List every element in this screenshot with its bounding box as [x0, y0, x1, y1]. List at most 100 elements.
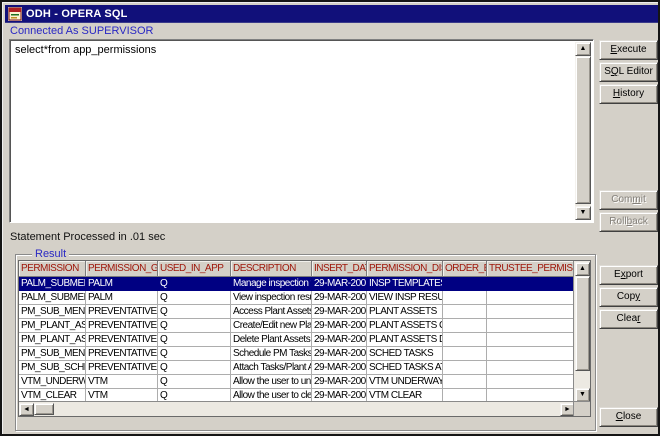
grid-horizontal-scrollbar[interactable]: ◄ ► [19, 401, 575, 416]
table-cell[interactable]: PM_SUB_MENU_PLA [19, 305, 86, 319]
table-cell[interactable] [487, 305, 575, 319]
table-cell[interactable]: PREVENTATIVE MAIN [86, 319, 158, 333]
table-cell[interactable]: PLANT ASSETS [367, 305, 443, 319]
grid-body[interactable]: PALM_SUBMENU_INSPALMQManage inspection t… [19, 277, 590, 403]
table-cell[interactable]: PREVENTATIVE MAIN [86, 305, 158, 319]
table-cell[interactable] [487, 347, 575, 361]
table-cell[interactable]: Q [158, 319, 231, 333]
column-header: TRUSTEE_PERMISSION [487, 261, 575, 277]
table-cell[interactable] [487, 375, 575, 389]
table-cell[interactable]: Q [158, 333, 231, 347]
table-cell[interactable] [443, 333, 487, 347]
scroll-down-icon[interactable]: ▼ [575, 388, 590, 402]
sql-vertical-scrollbar[interactable]: ▲ ▼ [575, 42, 591, 220]
table-cell[interactable]: VIEW INSP RESULTS [367, 291, 443, 305]
scroll-down-icon[interactable]: ▼ [575, 206, 591, 220]
table-cell[interactable]: 29-MAR-2002 [312, 361, 367, 375]
table-row[interactable]: PM_SUB_SCHED_TAPREVENTATIVE MAINQAttach … [19, 361, 590, 375]
table-cell[interactable]: PLANT ASSETS DEL [367, 333, 443, 347]
clear-button[interactable]: Clear [599, 309, 658, 329]
table-cell[interactable]: Manage inspection te [231, 277, 312, 291]
table-row[interactable]: PM_PLANT_ASSETSPREVENTATIVE MAINQCreate/… [19, 319, 590, 333]
app-icon [8, 7, 22, 21]
table-cell[interactable]: View inspection resu [231, 291, 312, 305]
export-button[interactable]: Export [599, 265, 658, 285]
table-cell[interactable]: Q [158, 291, 231, 305]
window-title: ODH - OPERA SQL [26, 8, 128, 20]
table-cell[interactable]: Q [158, 347, 231, 361]
rollback-button[interactable]: Rollback [599, 212, 658, 232]
table-cell[interactable]: PLANT ASSETS CRE [367, 319, 443, 333]
table-cell[interactable]: Q [158, 277, 231, 291]
table-cell[interactable]: 29-MAR-2002 [312, 319, 367, 333]
table-cell[interactable]: PM_SUB_MENU_SCH [19, 347, 86, 361]
table-cell[interactable] [487, 291, 575, 305]
scroll-up-icon[interactable]: ▲ [575, 42, 591, 56]
table-cell[interactable]: PM_SUB_SCHED_TA [19, 361, 86, 375]
scroll-up-icon[interactable]: ▲ [575, 262, 590, 276]
table-cell[interactable]: SCHED TASKS [367, 347, 443, 361]
scroll-left-icon[interactable]: ◄ [19, 403, 34, 416]
scrollbar-thumb[interactable] [575, 276, 590, 371]
execute-sql-button[interactable]: Execute SQL [599, 40, 658, 60]
table-cell[interactable]: Allow the user to un [231, 375, 312, 389]
table-row[interactable]: PM_SUB_MENU_PLAPREVENTATIVE MAINQAccess … [19, 305, 590, 319]
table-cell[interactable]: PM_PLANT_ASSETS [19, 333, 86, 347]
close-button[interactable]: Close [599, 407, 658, 427]
table-cell[interactable]: VTM [86, 375, 158, 389]
table-cell[interactable]: PALM_SUBMENU_INS [19, 277, 86, 291]
results-grid[interactable]: PERMISSIONPERMISSION_GROUPUSED_IN_APPDES… [18, 260, 591, 417]
table-cell[interactable]: Access Plant Assets [231, 305, 312, 319]
table-cell[interactable] [443, 319, 487, 333]
table-cell[interactable]: Attach Tasks/Plant A [231, 361, 312, 375]
table-cell[interactable]: Q [158, 305, 231, 319]
table-cell[interactable]: 29-MAR-2002 [312, 305, 367, 319]
table-row[interactable]: PALM_SUBMENU_INSPALMQManage inspection t… [19, 277, 590, 291]
table-cell[interactable]: INSP TEMPLATES [367, 277, 443, 291]
table-cell[interactable] [487, 319, 575, 333]
table-cell[interactable] [487, 333, 575, 347]
history-button[interactable]: History [599, 84, 658, 104]
table-cell[interactable]: 29-MAR-2002 [312, 291, 367, 305]
title-bar[interactable]: ODH - OPERA SQL [5, 5, 659, 23]
table-cell[interactable]: Schedule PM Tasks [231, 347, 312, 361]
sql-editor-button[interactable]: SQL Editor [599, 62, 658, 82]
table-cell[interactable]: PM_PLANT_ASSETS [19, 319, 86, 333]
commit-button[interactable]: Commit [599, 190, 658, 210]
table-cell[interactable]: PALM [86, 291, 158, 305]
table-cell[interactable]: Delete Plant Assets [231, 333, 312, 347]
table-cell[interactable]: PALM_SUBMENU_VIE [19, 291, 86, 305]
table-cell[interactable]: VTM UNDERWAY [367, 375, 443, 389]
sql-query-text[interactable]: select*from app_permissions [15, 44, 573, 56]
table-cell[interactable]: PALM [86, 277, 158, 291]
table-cell[interactable] [443, 361, 487, 375]
table-row[interactable]: VTM_UNDERWAYVTMQAllow the user to un29-M… [19, 375, 590, 389]
table-cell[interactable]: 29-MAR-2002 [312, 333, 367, 347]
table-cell[interactable] [487, 361, 575, 375]
sql-query-textarea[interactable]: select*from app_permissions ▲ ▼ [9, 39, 594, 223]
table-cell[interactable] [443, 277, 487, 291]
table-cell[interactable]: 29-MAR-2002 [312, 277, 367, 291]
grid-vertical-scrollbar[interactable]: ▲ ▼ [573, 261, 590, 403]
table-cell[interactable]: Q [158, 361, 231, 375]
table-cell[interactable] [443, 347, 487, 361]
table-cell[interactable] [487, 277, 575, 291]
table-cell[interactable] [443, 291, 487, 305]
table-row[interactable]: PM_SUB_MENU_SCHPREVENTATIVE MAINQSchedul… [19, 347, 590, 361]
table-cell[interactable]: SCHED TASKS ATTA [367, 361, 443, 375]
table-cell[interactable]: PREVENTATIVE MAIN [86, 333, 158, 347]
table-cell[interactable] [443, 375, 487, 389]
table-row[interactable]: PM_PLANT_ASSETSPREVENTATIVE MAINQDelete … [19, 333, 590, 347]
table-row[interactable]: PALM_SUBMENU_VIEPALMQView inspection res… [19, 291, 590, 305]
copy-button[interactable]: Copy [599, 287, 658, 307]
scrollbar-thumb[interactable] [34, 403, 54, 415]
table-cell[interactable] [443, 305, 487, 319]
table-cell[interactable]: 29-MAR-2002 [312, 375, 367, 389]
table-cell[interactable]: VTM_UNDERWAY [19, 375, 86, 389]
scrollbar-thumb[interactable] [575, 56, 591, 204]
table-cell[interactable]: 29-MAR-2002 [312, 347, 367, 361]
table-cell[interactable]: Create/Edit new Plan [231, 319, 312, 333]
table-cell[interactable]: Q [158, 375, 231, 389]
table-cell[interactable]: PREVENTATIVE MAIN [86, 347, 158, 361]
table-cell[interactable]: PREVENTATIVE MAIN [86, 361, 158, 375]
